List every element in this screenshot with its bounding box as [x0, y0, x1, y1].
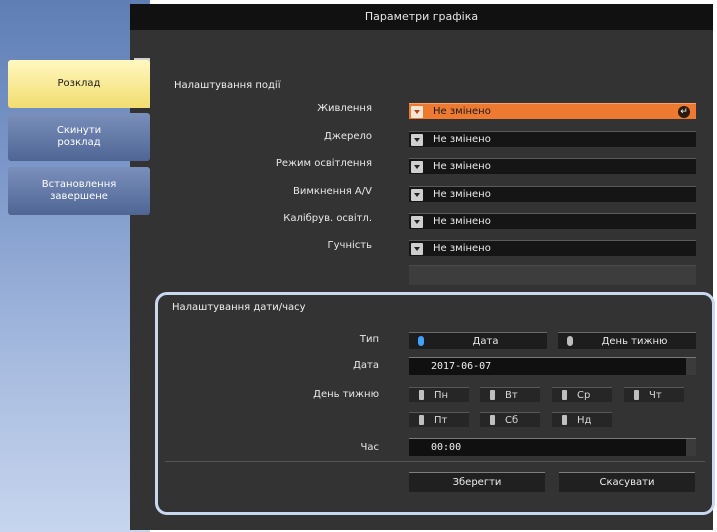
type-date-label: Дата [472, 335, 499, 347]
enter-icon: ↵ [678, 106, 690, 118]
time-value: 00:00 [431, 442, 462, 453]
av-mute-value: Не змінено [433, 189, 491, 200]
weekday-tue-label: Вт [505, 389, 518, 401]
divider [165, 461, 705, 462]
dropdown-arrow-icon [411, 188, 423, 201]
dropdown-arrow-icon [411, 215, 423, 228]
source-label: Джерело [324, 131, 372, 142]
av-mute-label: Вимкнення A/V [293, 186, 372, 197]
weekday-label: День тижню [313, 389, 379, 400]
sidebar-item-label: Розклад [57, 78, 101, 89]
time-label: Час [360, 442, 379, 453]
type-weekday-radio[interactable]: День тижню [558, 332, 696, 349]
power-select[interactable]: Не змінено ↵ [409, 103, 696, 119]
type-label: Тип [359, 334, 379, 345]
date-label: Дата [353, 360, 379, 371]
weekday-wed-checkbox[interactable]: Ср [552, 387, 612, 402]
cancel-button[interactable]: Скасувати [559, 472, 695, 492]
source-value: Не змінено [433, 134, 491, 145]
dropdown-arrow-icon [411, 133, 423, 146]
light-mode-select[interactable]: Не змінено [409, 158, 696, 174]
weekday-sat-label: Сб [505, 414, 519, 426]
checkbox-icon [490, 415, 495, 425]
sidebar-item-label: Встановлення завершене [41, 179, 117, 202]
weekday-mon-checkbox[interactable]: Пн [409, 387, 469, 402]
volume-level-field[interactable] [409, 265, 696, 285]
weekday-thu-label: Чт [649, 389, 662, 401]
weekday-mon-label: Пн [434, 389, 449, 401]
save-button[interactable]: Зберегти [409, 472, 545, 492]
field-end-cap [686, 439, 696, 456]
volume-label: Гучність [327, 240, 372, 251]
checkbox-icon [562, 415, 567, 425]
weekday-wed-label: Ср [577, 389, 591, 401]
field-end-cap [686, 358, 696, 375]
checkbox-icon [562, 390, 567, 400]
volume-value: Не змінено [433, 243, 491, 254]
power-label: Живлення [317, 103, 372, 114]
sidebar-item-setup-complete[interactable]: Встановлення завершене [8, 167, 150, 215]
checkbox-icon [490, 390, 495, 400]
date-value: 2017-06-07 [431, 361, 492, 372]
light-calibration-value: Не змінено [433, 216, 491, 227]
weekday-thu-checkbox[interactable]: Чт [624, 387, 684, 402]
dropdown-arrow-icon [411, 160, 423, 173]
weekday-tue-checkbox[interactable]: Вт [480, 387, 540, 402]
volume-select[interactable]: Не змінено [409, 240, 696, 256]
window-title: Параметри графіка [130, 4, 713, 30]
light-mode-label: Режим освітлення [275, 158, 372, 169]
source-select[interactable]: Не змінено [409, 131, 696, 147]
dropdown-arrow-icon [411, 242, 423, 255]
checkbox-icon [634, 390, 639, 400]
checkbox-icon [419, 415, 424, 425]
dropdown-arrow-icon [411, 105, 423, 118]
type-date-radio[interactable]: Дата [409, 332, 547, 349]
weekday-sun-label: Нд [577, 414, 592, 426]
weekday-fri-label: Пт [434, 414, 448, 426]
time-field[interactable]: 00:00 [409, 438, 696, 456]
sidebar-item-label: Скинути розклад [56, 125, 102, 148]
date-field[interactable]: 2017-06-07 [409, 357, 696, 375]
sidebar-item-schedule[interactable]: Розклад [8, 60, 150, 108]
light-mode-value: Не змінено [433, 161, 491, 172]
type-weekday-label: День тижню [601, 335, 668, 347]
weekday-sat-checkbox[interactable]: Сб [480, 412, 540, 427]
light-calibration-select[interactable]: Не змінено [409, 213, 696, 229]
event-settings-heading: Налаштування події [174, 80, 281, 91]
weekday-fri-checkbox[interactable]: Пт [409, 412, 469, 427]
checkbox-icon [419, 390, 424, 400]
datetime-heading: Налаштування дати/часу [172, 302, 306, 313]
power-value: Не змінено [433, 106, 491, 117]
light-calibration-label: Калібрув. освітл. [283, 213, 372, 224]
weekday-sun-checkbox[interactable]: Нд [552, 412, 612, 427]
av-mute-select[interactable]: Не змінено [409, 186, 696, 202]
sidebar-item-reset-schedule[interactable]: Скинути розклад [8, 113, 150, 161]
